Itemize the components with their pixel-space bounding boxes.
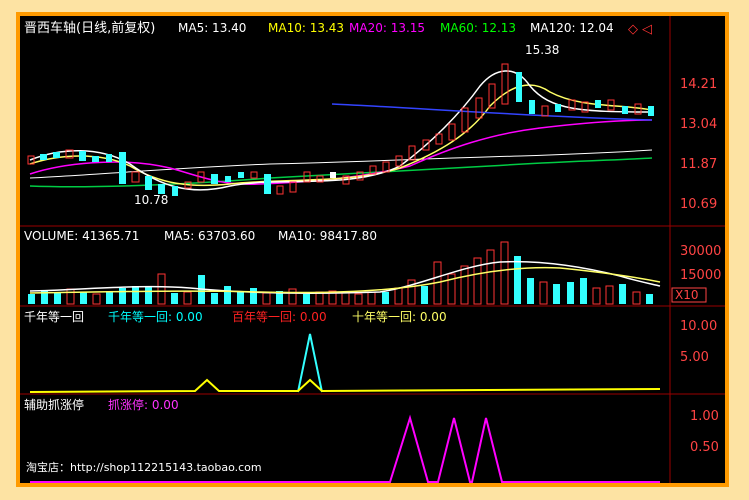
high-label: 15.38 [525, 43, 559, 57]
price-axis-2: 13.04 [680, 117, 717, 132]
chevron-left-icon[interactable]: ◁ [642, 22, 652, 37]
indicator1-title: 千年等一回 [24, 310, 84, 324]
ma20-label: MA20: 13.15 [349, 21, 425, 35]
price-axis-1: 14.21 [680, 77, 717, 92]
indicator1-label-1: 千年等一回: 0.00 [108, 310, 203, 324]
volume-axis-1: 30000 [680, 244, 721, 259]
candlesticks [27, 63, 654, 196]
price-axis-4: 10.69 [680, 197, 717, 212]
indicator1-label-3: 十年等一回: 0.00 [352, 310, 447, 324]
volume-ma5-label: MA5: 63703.60 [164, 229, 255, 243]
price-title: 晋西车轴(日线,前复权) [24, 20, 155, 36]
stock-chart-screen: 晋西车轴(日线,前复权) MA5: 13.40 MA10: 13.43 MA20… [16, 12, 729, 487]
indicator2-axis-1: 1.00 [690, 409, 719, 424]
ma10-label: MA10: 13.43 [268, 21, 344, 35]
indicator1-label-2: 百年等一回: 0.00 [232, 310, 327, 324]
volume-bars [28, 241, 653, 305]
indicator1-cyan-spike [297, 333, 323, 393]
indicator2-axis-2: 0.50 [690, 440, 719, 455]
diamond-icon[interactable]: ◇ [628, 22, 638, 37]
indicator1-axis-1: 10.00 [680, 319, 717, 334]
ma120-label: MA120: 12.04 [530, 21, 614, 35]
trend-line [331, 103, 653, 121]
indicator2-label-1: 抓涨停: 0.00 [108, 397, 179, 412]
stock-chart: 晋西车轴(日线,前复权) MA5: 13.40 MA10: 13.43 MA20… [20, 16, 725, 483]
indicator1-axis-2: 5.00 [680, 350, 709, 365]
low-label: 10.78 [134, 193, 168, 207]
volume-unit: X10 [675, 288, 699, 302]
ma60-label: MA60: 12.13 [440, 21, 516, 35]
indicator1-yellow-line [29, 378, 661, 393]
volume-axis-2: 15000 [680, 268, 721, 283]
volume-ma10-label: MA10: 98417.80 [278, 229, 377, 243]
ma5-label: MA5: 13.40 [178, 21, 246, 35]
volume-label: VOLUME: 41365.71 [24, 229, 139, 243]
screenshot-frame: 晋西车轴(日线,前复权) MA5: 13.40 MA10: 13.43 MA20… [0, 0, 749, 500]
price-axis-3: 11.87 [680, 157, 717, 172]
indicator2-title: 辅助抓涨停 [24, 397, 84, 412]
watermark-text: 淘宝店：http://shop112215143.taobao.com [26, 460, 262, 474]
